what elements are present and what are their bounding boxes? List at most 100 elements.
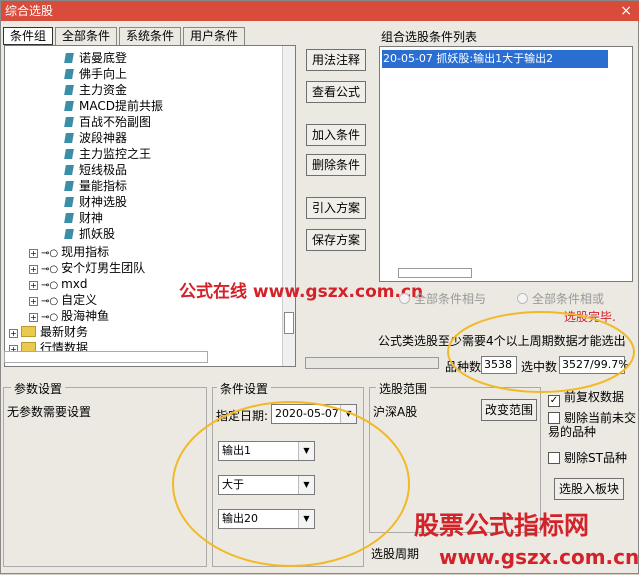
expand-icon[interactable]: + bbox=[29, 297, 38, 306]
formula-icon bbox=[64, 53, 74, 63]
formula-icon bbox=[64, 181, 74, 191]
formula-icon bbox=[64, 213, 74, 223]
formula-icon bbox=[64, 101, 74, 111]
tree-item[interactable]: 短线极品 bbox=[64, 162, 127, 178]
expand-icon[interactable]: + bbox=[9, 329, 18, 338]
key-icon: ⊸○ bbox=[41, 296, 59, 307]
save-plan-button[interactable]: 保存方案 bbox=[306, 229, 366, 251]
expand-icon[interactable]: + bbox=[29, 249, 38, 258]
tab-system-conditions[interactable]: 系统条件 bbox=[119, 27, 182, 45]
tree-group[interactable]: + ⊸○ 股海神鱼 bbox=[29, 308, 109, 324]
pre-adjust-checkbox[interactable]: ✓ 前复权数据 bbox=[548, 390, 624, 407]
range-title: 选股范围 bbox=[376, 380, 431, 397]
progress-bar bbox=[305, 357, 439, 369]
count-value: 3538 bbox=[481, 356, 517, 374]
tree-folder[interactable]: + 最新财务 bbox=[9, 324, 88, 340]
hit-value: 3527/99.7% bbox=[559, 356, 629, 374]
range-value: 沪深A股 bbox=[373, 405, 418, 419]
select-to-board-button[interactable]: 选股入板块 bbox=[554, 478, 624, 500]
date-label: 指定日期: bbox=[216, 409, 269, 423]
key-icon: ⊸○ bbox=[41, 248, 59, 259]
tree-group[interactable]: + ⊸○ 安个灯男生团队 bbox=[29, 260, 145, 276]
output2-select[interactable]: 输出20 ▼ bbox=[218, 509, 315, 529]
tab-user-conditions[interactable]: 用户条件 bbox=[183, 27, 246, 45]
output1-select[interactable]: 输出1 ▼ bbox=[218, 441, 315, 461]
status-done: 选股完毕. bbox=[564, 310, 616, 324]
watermark-bottom-url: www.gszx.com.cn bbox=[439, 545, 639, 569]
key-icon: ⊸○ bbox=[41, 312, 59, 323]
tree-vscroll-thumb[interactable] bbox=[284, 312, 294, 334]
params-title: 参数设置 bbox=[11, 380, 66, 397]
checkbox-icon[interactable] bbox=[548, 412, 560, 424]
tree-item[interactable]: 百战不殆副图 bbox=[64, 114, 151, 130]
exclude-untraded-checkbox[interactable]: 剔除当前未交易的品种 bbox=[548, 411, 636, 439]
dropdown-arrow-icon[interactable]: ▼ bbox=[340, 405, 356, 423]
add-condition-button[interactable]: 加入条件 bbox=[306, 124, 366, 146]
tree-item[interactable]: MACD提前共振 bbox=[64, 98, 163, 114]
operator-select[interactable]: 大于 ▼ bbox=[218, 475, 315, 495]
data-requirement-note: 公式类选股至少需要4个以上周期数据才能选出 bbox=[378, 334, 626, 348]
expand-icon[interactable]: + bbox=[29, 281, 38, 290]
params-text: 无参数需要设置 bbox=[7, 405, 92, 419]
count-label: 品种数 bbox=[445, 360, 482, 374]
window-title: 综合选股 bbox=[5, 4, 54, 18]
condition-tree[interactable]: 诺曼底登 佛手向上 主力资金 MACD提前共振 百战不殆副图 波段神器 主力监控… bbox=[4, 45, 296, 367]
watermark-bottom-title: 股票公式指标网 bbox=[414, 511, 590, 540]
condition-row[interactable]: 20-05-07 抓妖股:输出1大于输出2 bbox=[382, 50, 608, 68]
view-formula-button[interactable]: 查看公式 bbox=[306, 81, 366, 103]
dropdown-arrow-icon[interactable]: ▼ bbox=[298, 510, 314, 528]
tree-hscrollbar[interactable] bbox=[4, 351, 208, 363]
radio-all-or[interactable]: 全部条件相或 bbox=[517, 290, 604, 307]
formula-icon bbox=[64, 133, 74, 143]
period-label: 选股周期 bbox=[371, 547, 420, 561]
radio-icon bbox=[399, 293, 410, 304]
tree-item[interactable]: 佛手向上 bbox=[64, 66, 127, 82]
formula-icon bbox=[64, 229, 74, 239]
expand-icon[interactable]: + bbox=[29, 265, 38, 274]
delete-condition-button[interactable]: 删除条件 bbox=[306, 154, 366, 176]
dropdown-arrow-icon[interactable]: ▼ bbox=[298, 442, 314, 460]
condset-title: 条件设置 bbox=[217, 380, 272, 397]
condition-list[interactable]: 20-05-07 抓妖股:输出1大于输出2 bbox=[379, 46, 633, 282]
change-range-button[interactable]: 改变范围 bbox=[481, 399, 537, 421]
dropdown-arrow-icon[interactable]: ▼ bbox=[298, 476, 314, 494]
radio-all-and[interactable]: 全部条件相与 bbox=[399, 290, 486, 307]
close-icon[interactable]: × bbox=[620, 1, 632, 21]
formula-icon bbox=[64, 165, 74, 175]
title-bar: 综合选股 × bbox=[1, 1, 639, 21]
expand-icon[interactable]: + bbox=[29, 313, 38, 322]
tree-item[interactable]: 主力资金 bbox=[64, 82, 127, 98]
folder-icon bbox=[21, 326, 36, 337]
checkbox-icon[interactable] bbox=[548, 452, 560, 464]
import-plan-button[interactable]: 引入方案 bbox=[306, 197, 366, 219]
tree-item-selected[interactable]: 抓妖股 bbox=[64, 226, 115, 242]
radio-icon bbox=[517, 293, 528, 304]
key-icon: ⊸○ bbox=[41, 280, 59, 291]
tab-condition-group[interactable]: 条件组 bbox=[3, 27, 54, 45]
formula-icon bbox=[64, 85, 74, 95]
tree-item[interactable]: 主力监控之王 bbox=[64, 146, 151, 162]
formula-icon bbox=[64, 117, 74, 127]
date-picker[interactable]: 2020-05-07 ▼ bbox=[271, 404, 357, 424]
condition-list-title: 组合选股条件列表 bbox=[381, 30, 478, 44]
tree-item[interactable]: 波段神器 bbox=[64, 130, 127, 146]
hit-label: 选中数 bbox=[521, 360, 558, 374]
formula-icon bbox=[64, 197, 74, 207]
formula-icon bbox=[64, 149, 74, 159]
tree-item[interactable]: 财神选股 bbox=[64, 194, 127, 210]
exclude-st-checkbox[interactable]: 剔除ST品种 bbox=[548, 451, 627, 465]
tree-item[interactable]: 诺曼底登 bbox=[64, 50, 127, 66]
watermark-top: 公式在线 www.gszx.com.cn bbox=[179, 282, 424, 302]
tree-group[interactable]: + ⊸○ mxd bbox=[29, 276, 88, 292]
usage-note-button[interactable]: 用法注释 bbox=[306, 49, 366, 71]
tab-all-conditions[interactable]: 全部条件 bbox=[55, 27, 118, 45]
formula-icon bbox=[64, 69, 74, 79]
tree-group[interactable]: + ⊸○ 现用指标 bbox=[29, 244, 109, 260]
tab-bar: 条件组 全部条件 系统条件 用户条件 bbox=[3, 27, 247, 45]
check-icon[interactable]: ✓ bbox=[548, 395, 560, 407]
tree-group[interactable]: + ⊸○ 自定义 bbox=[29, 292, 97, 308]
tree-item[interactable]: 量能指标 bbox=[64, 178, 127, 194]
selection-window: 综合选股 × 条件组 全部条件 系统条件 用户条件 诺曼底登 佛手向上 主力资金… bbox=[0, 0, 639, 574]
key-icon: ⊸○ bbox=[41, 264, 59, 275]
tree-item[interactable]: 财神 bbox=[64, 210, 103, 226]
